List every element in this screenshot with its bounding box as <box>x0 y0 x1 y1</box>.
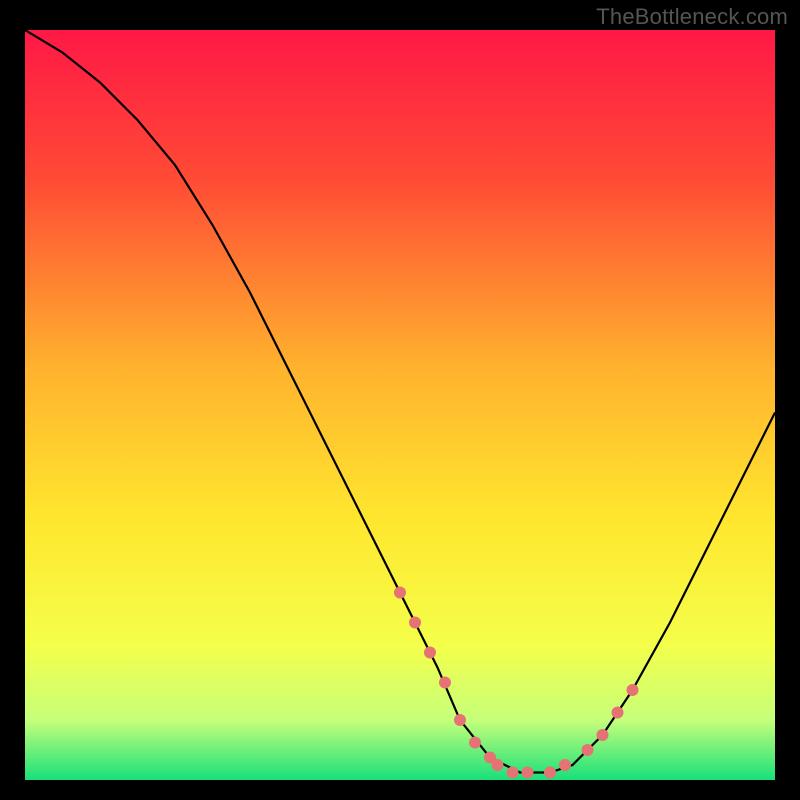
highlight-point <box>597 729 609 741</box>
highlight-point <box>492 759 504 771</box>
chart-svg <box>25 30 775 780</box>
highlight-point <box>409 617 421 629</box>
watermark-text: TheBottleneck.com <box>596 4 788 30</box>
highlight-point <box>612 707 624 719</box>
highlight-point <box>544 767 556 779</box>
highlight-point <box>507 767 519 779</box>
gradient-background <box>25 30 775 780</box>
plot-area <box>25 30 775 780</box>
highlight-point <box>469 737 481 749</box>
chart-container: TheBottleneck.com <box>0 0 800 800</box>
highlight-point <box>582 744 594 756</box>
highlight-point <box>559 759 571 771</box>
highlight-point <box>454 714 466 726</box>
highlight-point <box>522 767 534 779</box>
highlight-point <box>394 587 406 599</box>
highlight-point <box>424 647 436 659</box>
highlight-point <box>627 684 639 696</box>
highlight-point <box>439 677 451 689</box>
